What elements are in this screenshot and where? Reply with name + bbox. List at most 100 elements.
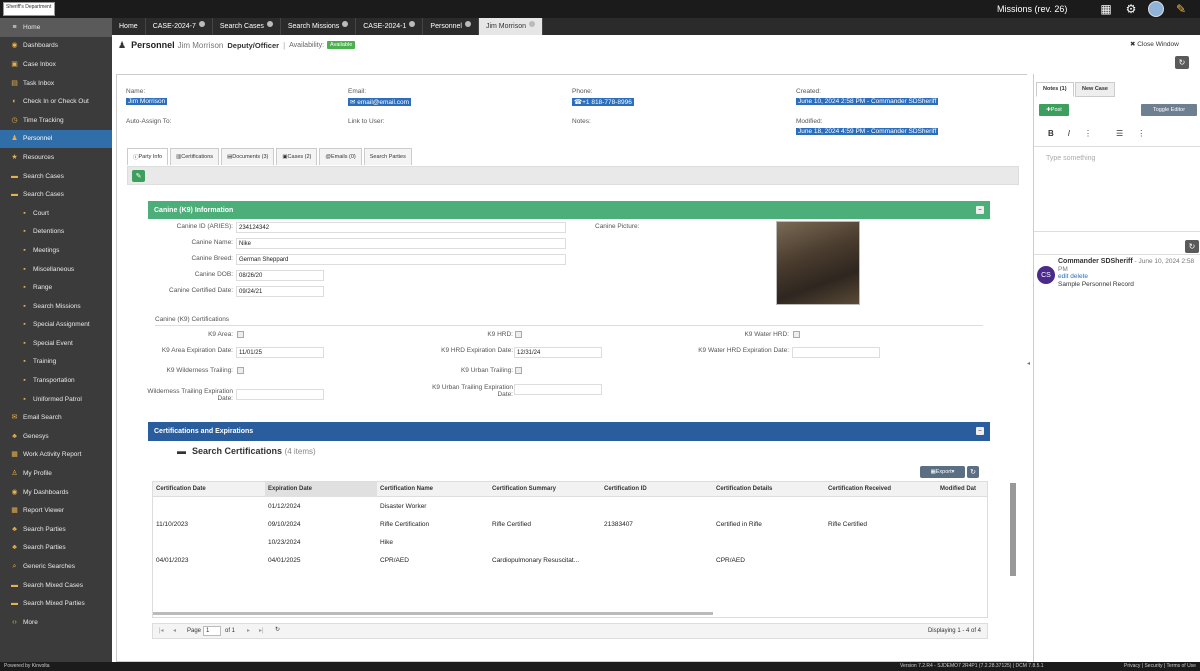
sidebar-item-special-assignment[interactable]: ▪ Special Assignment — [0, 316, 112, 335]
canine-dob-field[interactable]: 08/26/20 — [236, 270, 324, 281]
table-row[interactable]: 01/12/2024 Disaster Worker — [153, 498, 987, 516]
grid-icon[interactable]: ▦ — [1098, 1, 1114, 17]
notes-refresh-button[interactable]: ↻ — [1185, 240, 1199, 253]
sidebar-item-work-activity-report[interactable]: ▦ Work Activity Report — [0, 446, 112, 465]
app-logo[interactable]: Sheriff's Department — [3, 2, 55, 16]
collapse-icon[interactable]: – — [976, 427, 984, 435]
sidebar-item-range[interactable]: ▪ Range — [0, 278, 112, 297]
sidebar-item-report-viewer[interactable]: ▦ Report Viewer — [0, 501, 112, 520]
tab-new-case[interactable]: New Case — [1075, 82, 1115, 97]
sidebar-item-miscellaneous[interactable]: ▪ Miscellaneous — [0, 260, 112, 279]
col-modified-date[interactable]: Modified Dat — [937, 482, 987, 497]
k9-hrd-checkbox[interactable] — [515, 331, 522, 338]
canine-picture[interactable] — [776, 221, 860, 305]
table-row[interactable]: 10/23/2024 Hike — [153, 534, 987, 552]
sidebar-item-resources[interactable]: ★ Resources — [0, 148, 112, 167]
close-icon[interactable] — [198, 21, 205, 27]
sidebar-item-generic-searches[interactable]: ⌕ Generic Searches — [0, 557, 112, 576]
tab-search-missions[interactable]: Search Missions — [281, 18, 357, 35]
k9-water-hrd-checkbox[interactable] — [793, 331, 800, 338]
canine-id-field[interactable]: 234124342 — [236, 222, 566, 233]
sidebar-item-home[interactable]: ≡ Home — [0, 18, 112, 37]
list-icon[interactable]: ☰ — [1116, 129, 1123, 138]
sidebar-item-search-parties[interactable]: ♣ Search Parties — [0, 520, 112, 539]
close-icon[interactable] — [342, 21, 349, 27]
post-button[interactable]: ✚ Post — [1039, 104, 1069, 116]
k9-area-exp-field[interactable]: 11/01/25 — [236, 347, 324, 358]
col-certification-summary[interactable]: Certification Summary — [489, 482, 601, 497]
collapse-icon[interactable]: – — [976, 206, 984, 214]
tab-search-cases[interactable]: Search Cases — [213, 18, 281, 35]
comment-actions[interactable]: edit delete — [1058, 273, 1088, 280]
grid-refresh-button[interactable]: ↻ — [967, 466, 979, 478]
sidebar-item-more[interactable]: ‹› More — [0, 613, 112, 632]
col-certification-id[interactable]: Certification ID — [601, 482, 713, 497]
sidebar-item-detentions[interactable]: ▪ Detentions — [0, 223, 112, 242]
close-icon[interactable] — [409, 21, 416, 27]
toggle-editor-button[interactable]: Toggle Editor — [1141, 104, 1197, 116]
sidebar-item-search-missions[interactable]: ▪ Search Missions — [0, 297, 112, 316]
sidebar-item-court[interactable]: ▪ Court — [0, 204, 112, 223]
sidebar-item-search-mixed-parties[interactable]: ▬ Search Mixed Parties — [0, 594, 112, 613]
italic-icon[interactable]: I — [1068, 129, 1070, 138]
certifications-panel-header[interactable]: Certifications and Expirations – — [148, 422, 990, 441]
email-value[interactable]: ✉ email@email.com — [348, 98, 412, 106]
k9-urban-checkbox[interactable] — [515, 367, 522, 374]
canine-name-field[interactable]: Nike — [236, 238, 566, 249]
sidebar-item-uniformed-patrol[interactable]: ▪ Uniformed Patrol — [0, 390, 112, 409]
k9-wilderness-checkbox[interactable] — [237, 367, 244, 374]
sidebar-item-transportation[interactable]: ▪ Transportation — [0, 371, 112, 390]
avatar[interactable] — [1148, 1, 1164, 17]
wilderness-exp-field[interactable] — [236, 389, 324, 400]
sidebar-item-training[interactable]: ▪ Training — [0, 353, 112, 372]
sidebar-item-search-cases[interactable]: ▬ Search Cases — [0, 167, 112, 186]
last-page-icon[interactable]: ▸| — [259, 627, 264, 634]
table-row[interactable]: 11/10/2023 09/10/2024 Rifle Certification R… — [153, 516, 987, 534]
close-window-button[interactable]: ✖ Close Window — [1130, 40, 1179, 48]
tab-case-2024-1[interactable]: CASE-2024-1 — [356, 18, 424, 35]
sidebar-item-check-in-or-check-out[interactable]: ◐ Check In or Check Out — [0, 92, 112, 111]
refresh-button[interactable]: ↻ — [1175, 56, 1189, 69]
close-icon[interactable] — [529, 21, 536, 27]
urban-exp-field[interactable] — [514, 384, 602, 395]
sidebar-item-time-tracking[interactable]: ◷ Time Tracking — [0, 111, 112, 130]
sidebar-item-dashboards[interactable]: ◉ Dashboards — [0, 37, 112, 56]
gear-icon[interactable]: ⚙ — [1123, 1, 1139, 17]
export-button[interactable]: ▦ Export ▾ — [920, 466, 965, 478]
phone-value[interactable]: ☎+1 818-778-8996 — [572, 98, 634, 106]
canine-breed-field[interactable]: German Sheppard — [236, 254, 566, 265]
panel-resize-handle[interactable]: ◂ — [1027, 360, 1031, 370]
tab-cases[interactable]: ▣ Cases (2) — [276, 148, 318, 165]
table-row[interactable]: 04/01/2023 04/01/2025 CPR/AED Cardiopulmona… — [153, 552, 987, 570]
sidebar-item-search-mixed-cases[interactable]: ▬ Search Mixed Cases — [0, 576, 112, 595]
vertical-scrollbar[interactable] — [1010, 483, 1016, 576]
sidebar-item-search-parties[interactable]: ♣ Search Parties — [0, 539, 112, 558]
sidebar-item-case-inbox[interactable]: ▣ Case Inbox — [0, 55, 112, 74]
sidebar-item-email-search[interactable]: ✉ Email Search — [0, 408, 112, 427]
next-page-icon[interactable]: ▸ — [247, 627, 250, 634]
col-certification-name[interactable]: Certification Name — [377, 482, 489, 497]
col-certification-date[interactable]: Certification Date — [153, 482, 265, 497]
more-icon[interactable]: ⋮ — [1084, 129, 1092, 138]
refresh-icon[interactable]: ↻ — [275, 626, 280, 633]
bold-icon[interactable]: B — [1048, 129, 1054, 138]
sidebar-item-special-event[interactable]: ▪ Special Event — [0, 334, 112, 353]
close-icon[interactable] — [266, 21, 273, 27]
prev-page-icon[interactable]: ◂ — [173, 627, 176, 634]
more-options-icon[interactable]: ⋮ — [1137, 129, 1145, 138]
footer-links[interactable]: Privacy | Security | Terms of Use — [1124, 662, 1196, 671]
k9-area-checkbox[interactable] — [237, 331, 244, 338]
close-icon[interactable] — [464, 21, 471, 27]
sidebar-item-my-profile[interactable]: ♙ My Profile — [0, 464, 112, 483]
sidebar-item-personnel[interactable]: ♟ Personnel — [0, 129, 112, 149]
tab-case-2024-7[interactable]: CASE-2024-7 — [146, 18, 213, 35]
tab-emails[interactable]: @ Emails (0) — [319, 148, 362, 165]
sidebar-item-task-inbox[interactable]: ▤ Task Inbox — [0, 74, 112, 93]
col-certification-received[interactable]: Certification Received — [825, 482, 937, 497]
tab-jim-morrison[interactable]: Jim Morrison — [478, 18, 544, 35]
note-editor[interactable]: Type something — [1034, 146, 1200, 232]
sidebar-item-my-dashboards[interactable]: ◉ My Dashboards — [0, 483, 112, 502]
sidebar-item-meetings[interactable]: ▪ Meetings — [0, 241, 112, 260]
col-expiration-date[interactable]: Expiration Date — [265, 482, 377, 497]
first-page-icon[interactable]: |◂ — [159, 627, 164, 634]
